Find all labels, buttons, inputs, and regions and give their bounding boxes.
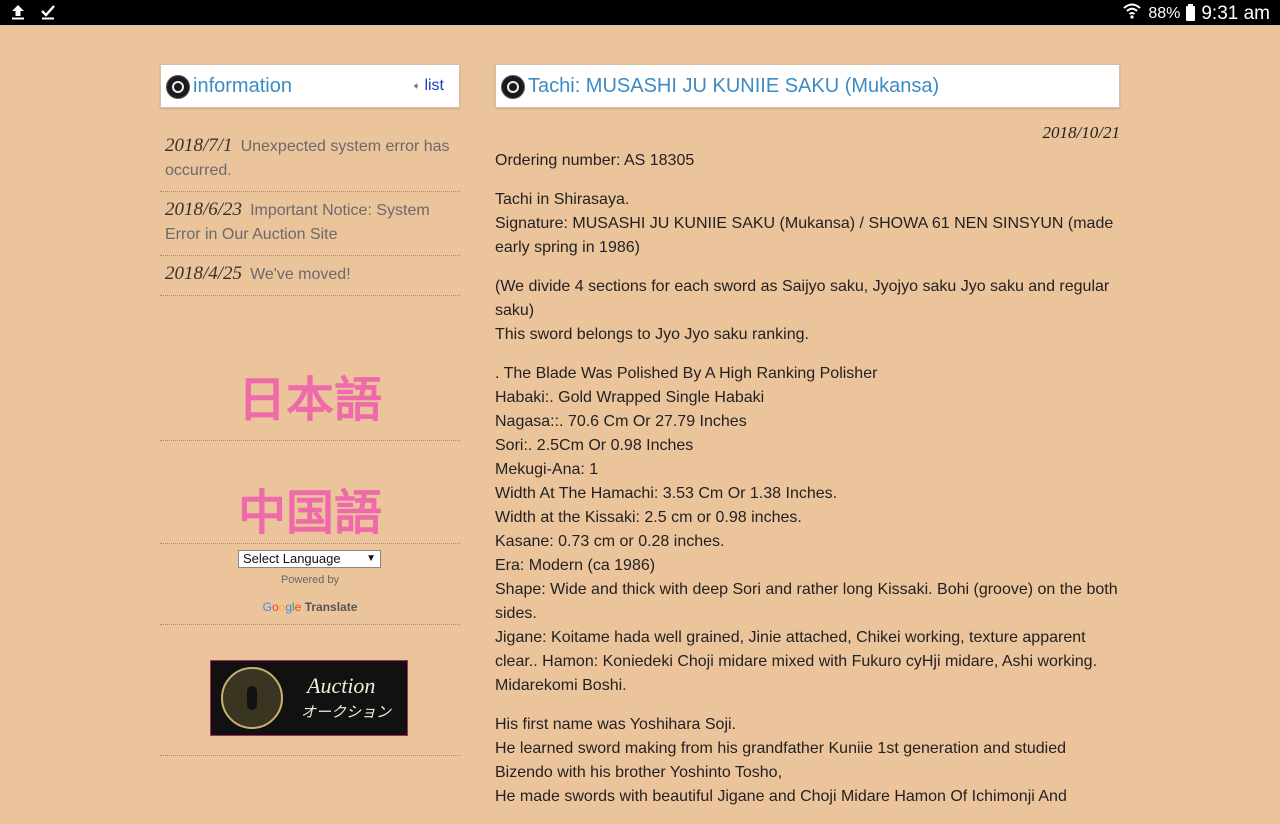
google-logo: Google: [262, 600, 302, 614]
news-date: 2018/7/1: [165, 135, 233, 156]
text-line: Width At The Hamachi: 3.53 Cm Or 1.38 In…: [495, 485, 838, 502]
tsuba-logo-icon: [166, 75, 190, 99]
japanese-language-link[interactable]: 日本語: [160, 360, 460, 441]
text-line: Jigane: Koitame hada well grained, Jinie…: [495, 629, 1098, 694]
news-item[interactable]: 2018/7/1 Unexpected system error has occu…: [160, 128, 460, 192]
wifi-icon: [1122, 2, 1142, 25]
auction-section: Auction オークション: [160, 625, 460, 756]
article-body: Ordering number: AS 18305 Tachi in Shira…: [495, 149, 1120, 809]
text-line: (We divide 4 sections for each sword as …: [495, 278, 1110, 319]
text-line: Era: Modern (ca 1986): [495, 557, 656, 574]
news-item[interactable]: 2018/6/23 Important Notice: System Error …: [160, 192, 460, 256]
text-line: Tachi in Shirasaya.: [495, 191, 630, 208]
tsuba-logo-icon: [501, 75, 525, 99]
text-line: . The Blade Was Polished By A High Ranki…: [495, 365, 878, 382]
text-line: Width at the Kissaki: 2.5 cm or 0.98 inc…: [495, 509, 802, 526]
list-label: list: [424, 77, 444, 94]
google-translate-link[interactable]: Google Translate: [160, 600, 460, 614]
text-line: Mekugi-Ana: 1: [495, 461, 599, 478]
paragraph-smith: His first name was Yoshihara Soji. He le…: [495, 713, 1120, 809]
news-date: 2018/4/25: [165, 263, 243, 284]
text-line: Shape: Wide and thick with deep Sori and…: [495, 581, 1118, 622]
text-line: Sori:. 2.5Cm Or 0.98 Inches: [495, 437, 694, 454]
chinese-label: 中国語: [237, 485, 382, 541]
clock: 9:31 am: [1201, 2, 1270, 24]
auction-label-en: Auction: [307, 673, 376, 698]
chinese-language-link[interactable]: 中国語: [160, 441, 460, 544]
tsuba-icon: [221, 667, 283, 729]
google-translate-widget: Select Language ▼ Powered by Google Tran…: [160, 544, 460, 625]
battery-percent: 88%: [1148, 4, 1181, 22]
translate-label: Translate: [304, 600, 358, 614]
language-links: 日本語 中国語 Select Language ▼ Powered by Goo…: [160, 360, 460, 756]
auction-label-jp: オークション: [301, 704, 392, 721]
information-header: information ➧ list: [160, 64, 460, 108]
ordering-number: Ordering number: AS 18305: [495, 152, 695, 169]
paragraph-description: Tachi in Shirasaya. Signature: MUSASHI J…: [495, 188, 1120, 260]
article-header: Tachi: MUSASHI JU KUNIIE SAKU (Mukansa): [495, 64, 1120, 108]
text-line: Habaki:. Gold Wrapped Single Habaki: [495, 389, 765, 406]
select-language-dropdown[interactable]: Select Language ▼: [238, 550, 381, 568]
text-line: Nagasa::. 70.6 Cm Or 27.79 Inches: [495, 413, 747, 430]
article: Tachi: MUSASHI JU KUNIIE SAKU (Mukansa) …: [495, 64, 1120, 824]
text-line: He learned sword making from his grandfa…: [495, 740, 1066, 781]
arrow-right-icon: ➧: [412, 80, 421, 92]
paragraph-ranking: (We divide 4 sections for each sword as …: [495, 275, 1120, 347]
upload-icon: [10, 3, 26, 21]
news-item[interactable]: 2018/4/25 We've moved!: [160, 256, 460, 296]
news-text: We've moved!: [250, 266, 351, 283]
news-list: 2018/7/1 Unexpected system error has occu…: [160, 128, 460, 296]
news-date: 2018/6/23: [165, 199, 243, 220]
auction-banner[interactable]: Auction オークション: [210, 660, 408, 736]
paragraph-specs: . The Blade Was Polished By A High Ranki…: [495, 362, 1120, 698]
text-line: His first name was Yoshihara Soji.: [495, 716, 736, 733]
select-language-value: Select Language: [243, 551, 341, 566]
powered-by-text: Powered by: [280, 574, 340, 586]
sidebar: information ➧ list 2018/7/1 Unexpected sy…: [160, 64, 460, 756]
status-bar: 88% 9:31 am: [0, 0, 1280, 25]
information-title: information: [193, 75, 292, 97]
dropdown-arrow-icon: ▼: [366, 553, 376, 564]
download-done-icon: [40, 3, 56, 21]
list-link[interactable]: ➧ list: [412, 77, 444, 95]
battery-icon: [1186, 4, 1196, 21]
text-line: Signature: MUSASHI JU KUNIIE SAKU (Mukan…: [495, 215, 1114, 256]
article-date: 2018/10/21: [1042, 123, 1120, 142]
japanese-label: 日本語: [237, 372, 382, 428]
text-line: Kasane: 0.73 cm or 0.28 inches.: [495, 533, 725, 550]
text-line: He made swords with beautiful Jigane and…: [495, 788, 1067, 805]
text-line: This sword belongs to Jyo Jyo saku ranki…: [495, 326, 809, 343]
article-title: Tachi: MUSASHI JU KUNIIE SAKU (Mukansa): [528, 75, 940, 97]
